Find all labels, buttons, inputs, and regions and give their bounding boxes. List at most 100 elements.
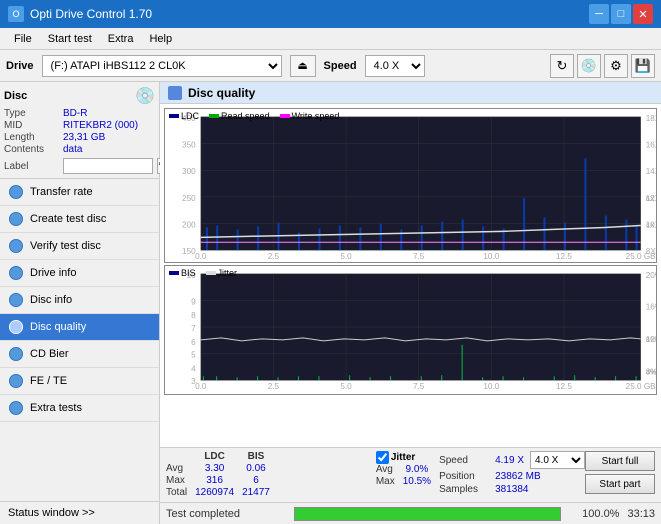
disc-button[interactable]: 💿 bbox=[577, 54, 601, 78]
menu-start-test[interactable]: Start test bbox=[40, 31, 100, 47]
stats-max-bis: 6 bbox=[242, 475, 278, 487]
content-area: Disc quality LDC Read speed bbox=[160, 82, 661, 524]
jitter-checkbox[interactable] bbox=[376, 451, 389, 464]
jitter-max-val: 10.5% bbox=[403, 476, 439, 488]
chart2-legend: BIS Jitter bbox=[169, 268, 237, 278]
mid-value: RITEKBR2 (000) bbox=[63, 120, 138, 131]
ldc-bis-stats: LDC BIS Avg 3.30 0.06 Max 316 bbox=[166, 451, 376, 499]
read-speed-legend-dot bbox=[209, 114, 219, 118]
maximize-button[interactable]: □ bbox=[611, 4, 631, 24]
svg-text:7: 7 bbox=[191, 324, 196, 333]
fe-te-label: FE / TE bbox=[30, 375, 67, 387]
sidebar-item-cd-bier[interactable]: CD Bier bbox=[0, 341, 159, 368]
position-value: 23862 MB bbox=[495, 471, 541, 482]
start-part-button[interactable]: Start part bbox=[585, 474, 655, 494]
sidebar-item-disc-quality[interactable]: Disc quality bbox=[0, 314, 159, 341]
status-window-item[interactable]: Status window >> bbox=[0, 501, 159, 524]
menu-help[interactable]: Help bbox=[141, 31, 180, 47]
sidebar-item-drive-info[interactable]: Drive info bbox=[0, 260, 159, 287]
jitter-checkbox-row: Jitter bbox=[376, 451, 439, 464]
jitter-legend-label: Jitter bbox=[218, 268, 238, 278]
stats-total-label: Total bbox=[166, 487, 195, 499]
label-input[interactable] bbox=[63, 158, 153, 174]
jitter-avg-val: 9.0% bbox=[403, 464, 439, 476]
type-value: BD-R bbox=[63, 108, 87, 119]
disc-title: Disc bbox=[4, 90, 27, 102]
svg-text:0.0: 0.0 bbox=[195, 382, 207, 391]
write-speed-legend-dot bbox=[280, 114, 290, 118]
sidebar-item-fe-te[interactable]: FE / TE bbox=[0, 368, 159, 395]
sidebar-item-transfer-rate[interactable]: Transfer rate bbox=[0, 179, 159, 206]
label-label: Label bbox=[4, 161, 59, 172]
svg-text:16X: 16X bbox=[646, 141, 656, 150]
elapsed-time: 33:13 bbox=[627, 508, 655, 520]
svg-text:9: 9 bbox=[191, 298, 196, 307]
sidebar-item-create-test-disc[interactable]: Create test disc bbox=[0, 206, 159, 233]
svg-text:12.5: 12.5 bbox=[556, 252, 572, 261]
save-button[interactable]: 💾 bbox=[631, 54, 655, 78]
svg-text:7.5: 7.5 bbox=[413, 252, 425, 261]
jitter-subsection: Jitter Avg 9.0% Max 10.5% bbox=[376, 451, 439, 488]
ldc-legend-dot bbox=[169, 114, 179, 118]
read-speed-legend-item: Read speed bbox=[209, 111, 270, 121]
speed-select[interactable]: 4.0 X bbox=[365, 55, 425, 77]
samples-label: Samples bbox=[439, 484, 489, 495]
disc-quality-icon bbox=[8, 319, 24, 335]
close-button[interactable]: ✕ bbox=[633, 4, 653, 24]
stats-total-ldc: 1260974 bbox=[195, 487, 242, 499]
settings-button[interactable]: ⚙ bbox=[604, 54, 628, 78]
drive-info-icon bbox=[8, 265, 24, 281]
stats-row-total: Total 1260974 21477 bbox=[166, 487, 278, 499]
disc-length-row: Length 23,31 GB bbox=[4, 132, 155, 143]
drive-select[interactable]: (F:) ATAPI iHBS112 2 CL0K bbox=[42, 55, 282, 77]
extra-tests-icon bbox=[8, 400, 24, 416]
svg-text:5.0: 5.0 bbox=[340, 382, 352, 391]
speed-row: Speed 4.19 X 4.0 X bbox=[439, 451, 585, 469]
eject-button[interactable]: ⏏ bbox=[290, 55, 316, 77]
svg-text:10.0: 10.0 bbox=[483, 252, 499, 261]
stats-col-ldc: LDC bbox=[195, 451, 242, 463]
disc-fields: Type BD-R MID RITEKBR2 (000) Length 23,3… bbox=[4, 108, 155, 174]
menu-extra[interactable]: Extra bbox=[100, 31, 142, 47]
sidebar-item-disc-info[interactable]: Disc info bbox=[0, 287, 159, 314]
disc-header: Disc 💿 bbox=[4, 86, 155, 106]
disc-quality-title: Disc quality bbox=[188, 86, 255, 100]
app-icon: O bbox=[8, 6, 24, 22]
title-bar: O Opti Drive Control 1.70 ─ □ ✕ bbox=[0, 0, 661, 28]
start-full-button[interactable]: Start full bbox=[585, 451, 655, 471]
progress-bar-container bbox=[294, 507, 561, 521]
contents-value: data bbox=[63, 144, 82, 155]
progress-percent-text: 100.0% bbox=[569, 508, 619, 520]
extra-tests-label: Extra tests bbox=[30, 402, 82, 414]
svg-text:25.0 GB: 25.0 GB bbox=[626, 252, 656, 261]
minimize-button[interactable]: ─ bbox=[589, 4, 609, 24]
bis-legend-dot bbox=[169, 271, 179, 275]
svg-text:200: 200 bbox=[182, 221, 196, 230]
charts-area: LDC Read speed Write speed bbox=[160, 104, 661, 447]
svg-text:14X: 14X bbox=[646, 167, 656, 176]
stats-total-bis: 21477 bbox=[242, 487, 278, 499]
svg-text:0.0: 0.0 bbox=[195, 252, 207, 261]
disc-icon: 💿 bbox=[135, 86, 155, 106]
stats-avg-ldc: 3.30 bbox=[195, 463, 242, 475]
position-label: Position bbox=[439, 471, 489, 482]
disc-info-icon bbox=[8, 292, 24, 308]
sidebar-item-verify-test-disc[interactable]: Verify test disc bbox=[0, 233, 159, 260]
menu-file[interactable]: File bbox=[6, 31, 40, 47]
svg-text:2.5: 2.5 bbox=[268, 382, 280, 391]
disc-type-row: Type BD-R bbox=[4, 108, 155, 119]
stats-max-label: Max bbox=[166, 475, 195, 487]
title-bar-left: O Opti Drive Control 1.70 bbox=[8, 6, 152, 22]
svg-text:6X: 6X bbox=[646, 196, 655, 203]
main-layout: Disc 💿 Type BD-R MID RITEKBR2 (000) Leng… bbox=[0, 82, 661, 524]
chart1-legend: LDC Read speed Write speed bbox=[169, 111, 339, 121]
svg-text:300: 300 bbox=[182, 167, 196, 176]
sidebar-item-extra-tests[interactable]: Extra tests bbox=[0, 395, 159, 422]
sidebar: Disc 💿 Type BD-R MID RITEKBR2 (000) Leng… bbox=[0, 82, 160, 524]
svg-text:4: 4 bbox=[191, 364, 196, 373]
jitter-section: Jitter Avg 9.0% Max 10.5% bbox=[376, 451, 439, 488]
refresh-button[interactable]: ↻ bbox=[550, 54, 574, 78]
speed-select-small[interactable]: 4.0 X bbox=[530, 451, 585, 469]
disc-contents-row: Contents data bbox=[4, 144, 155, 155]
fe-te-icon bbox=[8, 373, 24, 389]
